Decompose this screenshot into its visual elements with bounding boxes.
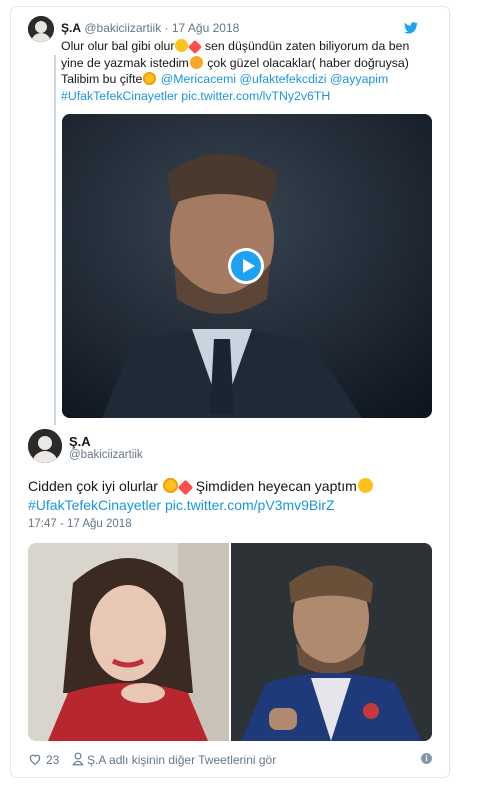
collision-emoji-icon	[177, 479, 194, 496]
parent-author-name[interactable]: Ş.A	[61, 21, 81, 35]
parent-text-part-1: Olur olur bal gibi olur	[61, 39, 175, 53]
main-tweet-timestamp[interactable]: 17:47 - 17 Ağu 2018	[28, 518, 132, 530]
star-struck-emoji-icon	[162, 478, 178, 493]
parent-tweet-text: Olur olur bal gibi olur sen düşündün zat…	[61, 38, 431, 104]
star-struck-emoji-icon	[143, 72, 157, 85]
mention-link-2[interactable]: @ufaktefekcdizi	[240, 72, 327, 86]
see-more-tweets-link[interactable]: Ş.A adlı kişinin diğer Tweetlerini gör	[87, 753, 276, 767]
sunglasses-face-emoji-icon	[357, 478, 373, 493]
tweet-footer: 23 Ş.A adlı kişinin diğer Tweetlerini gö…	[28, 752, 432, 768]
photo-left[interactable]	[28, 543, 229, 741]
parent-video-thumbnail[interactable]	[62, 114, 432, 418]
parent-author-handle-date[interactable]: @bakiciizartiik · 17 Ağu 2018	[84, 21, 239, 35]
yum-face-emoji-icon	[175, 39, 189, 52]
main-tweet-text: Cidden çok iyi olurlar Şimdiden heyecan …	[28, 477, 428, 515]
parent-tweet[interactable]: Ş.A @bakiciizartiik · 17 Ağu 2018 Olur o…	[28, 16, 436, 116]
main-hashtag-link[interactable]: #UfakTefekCinayetler	[28, 497, 161, 513]
main-pic-link[interactable]: pic.twitter.com/pV3mv9BirZ	[165, 497, 335, 513]
man-portrait-image	[231, 543, 432, 741]
parent-pic-link[interactable]: pic.twitter.com/lvTNy2v6TH	[181, 89, 330, 103]
play-video-button-icon[interactable]	[228, 248, 264, 284]
mention-link-1[interactable]: @Mericacemi	[161, 72, 236, 86]
main-tweet-header: Ş.A @bakiciizartiik	[28, 429, 428, 465]
main-text-part-1: Cidden çok iyi olurlar	[28, 478, 162, 494]
parent-hashtag-link[interactable]: #UfakTefekCinayetler	[61, 89, 178, 103]
mention-link-3[interactable]: @ayyapim	[330, 72, 388, 86]
photo-right[interactable]	[231, 543, 432, 741]
parent-avatar[interactable]	[28, 16, 54, 42]
main-text-part-2: Şimdiden heyecan yaptım	[191, 478, 357, 494]
main-tweet-photos	[28, 543, 432, 741]
main-avatar[interactable]	[28, 429, 62, 463]
main-author-handle[interactable]: @bakiciizartiik	[69, 449, 143, 461]
main-author-name[interactable]: Ş.A	[69, 434, 91, 449]
woman-portrait-image	[28, 543, 229, 741]
like-count[interactable]: 23	[46, 753, 59, 767]
person-icon	[72, 752, 84, 766]
twitter-bird-icon[interactable]	[404, 22, 418, 34]
heart-icon[interactable]	[28, 752, 42, 766]
parent-tweet-header: Ş.A @bakiciizartiik · 17 Ağu 2018	[61, 21, 239, 35]
info-icon[interactable]: i	[421, 753, 432, 764]
kissing-face-emoji-icon	[189, 55, 203, 69]
